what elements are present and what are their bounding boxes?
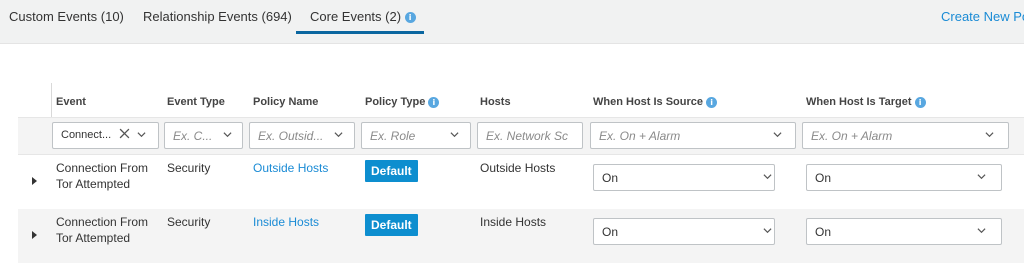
tab-core-events-label: Core Events (2) bbox=[310, 9, 402, 24]
info-icon[interactable]: i bbox=[428, 96, 440, 108]
clear-x-icon[interactable] bbox=[119, 128, 130, 139]
policy-type-badge: Default bbox=[365, 214, 418, 236]
when-source-filter-placeholder: Ex. On + Alarm bbox=[599, 129, 681, 143]
when-target-value: On bbox=[815, 171, 832, 185]
policy-name-link[interactable]: Inside Hosts bbox=[253, 214, 319, 230]
chevron-down-icon bbox=[223, 132, 232, 138]
info-icon[interactable]: i bbox=[404, 12, 416, 24]
when-source-value: On bbox=[602, 171, 619, 185]
tab-core-events[interactable]: Core Events (2) i bbox=[310, 9, 416, 24]
event-name-line1: Connection From bbox=[56, 161, 149, 175]
chevron-down-icon bbox=[977, 228, 986, 234]
chevron-down-icon bbox=[977, 174, 986, 180]
core-events-table: Event Event Type Policy Name Policy Type… bbox=[18, 83, 1024, 269]
when-source-value: On bbox=[602, 225, 619, 239]
event-filter-value: Connect... bbox=[61, 129, 112, 141]
tab-relationship-events[interactable]: Relationship Events (694) bbox=[143, 9, 292, 24]
filter-row: Connect... Ex. C... Ex. Outsid... Ex. Ro… bbox=[18, 117, 1024, 155]
event-filter[interactable]: Connect... bbox=[52, 122, 159, 149]
when-source-filter[interactable]: Ex. On + Alarm bbox=[590, 122, 796, 149]
column-header-when-target-label: When Host Is Target bbox=[806, 96, 912, 108]
policy-name-link[interactable]: Outside Hosts bbox=[253, 160, 328, 176]
event-type-filter[interactable]: Ex. C... bbox=[164, 122, 243, 149]
when-target-value: On bbox=[815, 225, 832, 239]
active-tab-indicator bbox=[296, 31, 424, 34]
column-header-hosts[interactable]: Hosts bbox=[480, 96, 511, 108]
event-name-line2: Tor Attempted bbox=[56, 177, 131, 191]
policy-type-filter-placeholder: Ex. Role bbox=[370, 129, 416, 143]
caret-right-icon[interactable] bbox=[32, 231, 37, 239]
chevron-down-icon bbox=[763, 174, 772, 180]
hosts-cell: Outside Hosts bbox=[480, 161, 556, 175]
table-row: Connection From Tor Attempted Security O… bbox=[18, 155, 1024, 209]
tab-custom-events[interactable]: Custom Events (10) bbox=[9, 9, 124, 24]
column-header-event[interactable]: Event bbox=[56, 96, 86, 108]
tab-bar: Custom Events (10) Relationship Events (… bbox=[0, 0, 1024, 44]
policy-name-filter[interactable]: Ex. Outsid... bbox=[249, 122, 355, 149]
event-cell: Connection From Tor Attempted bbox=[56, 214, 148, 246]
info-icon[interactable]: i bbox=[914, 96, 926, 108]
chevron-down-icon bbox=[985, 132, 994, 138]
when-source-select[interactable]: On bbox=[593, 164, 775, 191]
column-header-when-host-is-source[interactable]: When Host Is Source i bbox=[593, 96, 718, 108]
caret-right-icon[interactable] bbox=[32, 177, 37, 185]
column-header-when-source-label: When Host Is Source bbox=[593, 96, 704, 108]
event-name-line2: Tor Attempted bbox=[56, 231, 131, 245]
event-type-cell: Security bbox=[167, 161, 211, 175]
policy-type-badge: Default bbox=[365, 160, 418, 182]
create-new-policy-link[interactable]: Create New Po bbox=[941, 9, 1024, 24]
column-header-policy-name[interactable]: Policy Name bbox=[253, 96, 318, 108]
when-source-select[interactable]: On bbox=[593, 218, 775, 245]
chevron-down-icon bbox=[763, 228, 772, 234]
policy-type-filter[interactable]: Ex. Role bbox=[361, 122, 471, 149]
policy-name-filter-placeholder: Ex. Outsid... bbox=[258, 129, 324, 143]
event-type-cell: Security bbox=[167, 215, 211, 229]
when-target-filter-placeholder: Ex. On + Alarm bbox=[811, 129, 893, 143]
event-type-filter-placeholder: Ex. C... bbox=[173, 129, 213, 143]
chevron-down-icon bbox=[334, 132, 343, 138]
hosts-filter[interactable]: Ex. Network Sc bbox=[477, 122, 583, 149]
hosts-filter-placeholder: Ex. Network Sc bbox=[486, 129, 569, 143]
when-target-select[interactable]: On bbox=[806, 164, 1002, 191]
chevron-down-icon bbox=[137, 132, 146, 138]
when-target-select[interactable]: On bbox=[806, 218, 1002, 245]
table-header-row: Event Event Type Policy Name Policy Type… bbox=[18, 83, 1024, 117]
table-row: Connection From Tor Attempted Security I… bbox=[18, 209, 1024, 263]
info-icon[interactable]: i bbox=[706, 96, 718, 108]
column-header-policy-type[interactable]: Policy Type i bbox=[365, 96, 440, 108]
when-target-filter[interactable]: Ex. On + Alarm bbox=[802, 122, 1009, 149]
column-header-event-type[interactable]: Event Type bbox=[167, 96, 225, 108]
hosts-cell: Inside Hosts bbox=[480, 215, 547, 229]
chevron-down-icon bbox=[450, 132, 459, 138]
event-cell: Connection From Tor Attempted bbox=[56, 160, 148, 192]
chevron-down-icon bbox=[773, 132, 782, 138]
column-header-policy-type-label: Policy Type bbox=[365, 96, 426, 108]
column-header-when-host-is-target[interactable]: When Host Is Target i bbox=[806, 96, 926, 108]
event-name-line1: Connection From bbox=[56, 215, 149, 229]
